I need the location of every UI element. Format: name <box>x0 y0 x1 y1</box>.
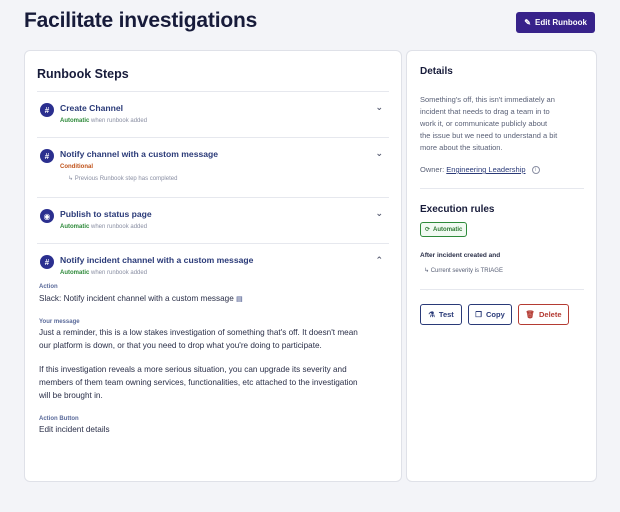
runbook-steps-title: Runbook Steps <box>37 67 129 81</box>
runbook-step-create-channel[interactable]: # Create Channel Automatic when runbook … <box>37 91 389 137</box>
message-body: Just a reminder, this is a low stakes in… <box>39 328 358 400</box>
runbook-step-notify-incident-channel[interactable]: # Notify incident channel with a custom … <box>37 243 389 277</box>
step-title: Notify incident channel with a custom me… <box>60 255 254 265</box>
refresh-icon: ⟳ <box>425 227 431 233</box>
delete-button[interactable]: 🗑 Delete <box>518 304 569 325</box>
action-label: Action <box>39 284 58 290</box>
step-trigger: Automatic when runbook added <box>60 270 148 276</box>
step-title: Create Channel <box>60 103 124 113</box>
copy-button[interactable]: ❐ Copy <box>468 304 512 325</box>
runbook-step-publish-status[interactable]: ◉ Publish to status page Automatic when … <box>37 197 389 243</box>
pencil-icon: ✎ <box>524 18 531 27</box>
chevron-down-icon[interactable]: ⌄ <box>375 102 383 113</box>
owner-row: Owner: Engineering Leadership i <box>420 165 540 175</box>
divider <box>420 188 584 189</box>
divider <box>420 289 584 290</box>
slack-hash-icon: # <box>40 103 54 117</box>
chevron-down-icon[interactable]: ⌄ <box>375 148 383 159</box>
slack-hash-icon: # <box>40 149 54 163</box>
chevron-down-icon[interactable]: ⌄ <box>375 208 383 219</box>
message-label: Your message <box>39 319 80 325</box>
after-condition-title: After incident created and <box>420 252 501 259</box>
edit-runbook-button[interactable]: ✎ Edit Runbook <box>516 12 595 33</box>
copy-icon: ❐ <box>475 310 482 319</box>
action-button-label: Action Button <box>39 416 79 422</box>
action-value: Slack: Notify incident channel with a cu… <box>39 294 243 303</box>
runbook-step-notify-channel[interactable]: # Notify channel with a custom message C… <box>37 137 389 197</box>
step-condition-note: ↳ Previous Runbook step has completed <box>68 176 178 182</box>
step-tag: Conditional <box>60 164 93 170</box>
after-condition: ↳ Current severity is TRIAGE <box>424 268 503 274</box>
runbook-steps-card: Runbook Steps # Create Channel Automatic… <box>24 50 402 482</box>
automatic-badge: ⟳ Automatic <box>420 222 468 237</box>
step-title: Notify channel with a custom message <box>60 149 219 159</box>
execution-rules-title: Execution rules <box>420 204 495 215</box>
step-trigger: Automatic when runbook added <box>60 224 148 230</box>
page-title: Facilitate investigations <box>24 9 258 32</box>
owner-link[interactable]: Engineering Leadership <box>446 165 525 174</box>
broadcast-icon: ◉ <box>40 209 54 223</box>
step-title: Publish to status page <box>60 209 152 219</box>
edit-runbook-label: Edit Runbook <box>535 18 587 27</box>
step-trigger: Automatic when runbook added <box>60 118 148 124</box>
info-icon[interactable]: i <box>531 166 540 175</box>
slack-hash-icon: # <box>40 255 54 269</box>
trash-icon: 🗑 <box>525 310 535 319</box>
chevron-up-icon[interactable]: ⌃ <box>375 255 383 266</box>
details-description: Something's off, this isn't immediately … <box>420 95 558 152</box>
action-button-value: Edit incident details <box>39 425 110 434</box>
flask-icon: ⚗ <box>428 310 435 319</box>
details-title: Details <box>420 66 453 77</box>
book-icon: ▤ <box>236 296 243 303</box>
details-card: Details Something's off, this isn't imme… <box>406 50 597 482</box>
test-button[interactable]: ⚗ Test <box>420 304 462 325</box>
